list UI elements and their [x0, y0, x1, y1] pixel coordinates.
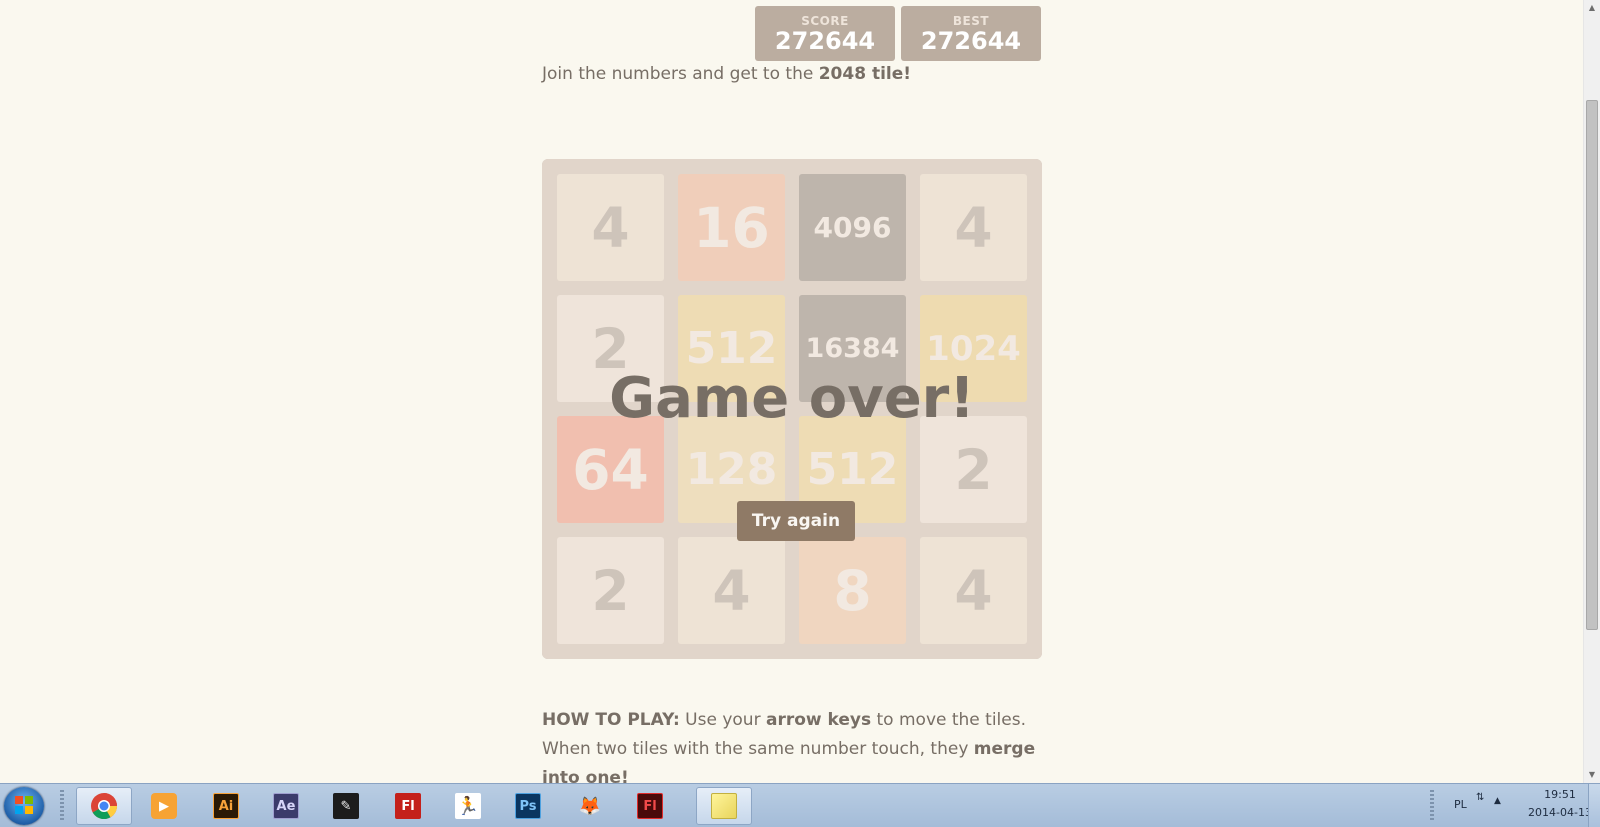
- vertical-scrollbar[interactable]: ▲ ▼: [1583, 0, 1600, 783]
- scroll-down-arrow-icon[interactable]: ▼: [1584, 767, 1600, 783]
- intro-goal: 2048 tile!: [818, 64, 912, 84]
- taskbar-flash-button[interactable]: Fl: [380, 787, 436, 825]
- game-over-overlay: Game over! Try again: [542, 159, 1042, 659]
- taskbar: ▶ Ai Ae ✎ Fl 🏃 Ps 🦊 Fl PL ⇅ ▲ 19:51 2014…: [0, 783, 1600, 827]
- taskbar-media-player-button[interactable]: ▶: [136, 787, 192, 825]
- taskbar-animation-app-button[interactable]: 🏃: [440, 787, 496, 825]
- start-button[interactable]: [4, 787, 44, 825]
- best-score-box: BEST 272644: [901, 6, 1041, 61]
- taskbar-photoshop-button[interactable]: Ps: [500, 787, 556, 825]
- taskbar-illustrator-button[interactable]: Ai: [198, 787, 254, 825]
- show-desktop-button[interactable]: [1588, 784, 1600, 827]
- taskbar-pen-app-button[interactable]: ✎: [318, 787, 374, 825]
- taskbar-grip[interactable]: [60, 790, 64, 822]
- best-label: BEST: [952, 14, 990, 28]
- show-hidden-icons-icon[interactable]: ▲: [1494, 796, 1501, 806]
- scroll-up-arrow-icon[interactable]: ▲: [1584, 0, 1600, 16]
- how-to-play-text: HOW TO PLAY: Use your arrow keys to move…: [542, 706, 1042, 793]
- running-figure-app-icon: 🏃: [455, 793, 481, 819]
- flash-icon: Fl: [395, 793, 421, 819]
- try-again-button[interactable]: Try again: [737, 501, 855, 541]
- photoshop-icon: Ps: [515, 793, 541, 819]
- illustrator-icon: Ai: [213, 793, 239, 819]
- taskbar-sticky-notes-button[interactable]: [696, 787, 752, 825]
- score-value: 272644: [774, 27, 876, 55]
- game-board[interactable]: 4 16 4096 4 2 512 16384 1024 64 128 512 …: [542, 159, 1042, 659]
- scroll-thumb[interactable]: [1586, 100, 1598, 630]
- system-tray: PL ⇅ ▲ 19:51 2014-04-13: [1420, 784, 1600, 827]
- tray-grip[interactable]: [1430, 790, 1434, 822]
- windows-logo-icon: [15, 796, 33, 814]
- taskbar-flash-professional-button[interactable]: Fl: [622, 787, 678, 825]
- after-effects-icon: Ae: [273, 793, 299, 819]
- taskbar-after-effects-button[interactable]: Ae: [258, 787, 314, 825]
- language-indicator[interactable]: PL: [1454, 798, 1467, 811]
- score-box: SCORE 272644: [755, 6, 895, 61]
- game-intro: Join the numbers and get to the 2048 til…: [542, 62, 911, 86]
- network-icon[interactable]: ⇅: [1476, 792, 1484, 803]
- how-to-play-part: Use your: [679, 710, 766, 730]
- chrome-icon: [91, 793, 118, 820]
- taskbar-gimp-button[interactable]: 🦊: [562, 787, 618, 825]
- how-to-play-label: HOW TO PLAY:: [542, 710, 680, 730]
- best-value: 272644: [920, 27, 1022, 55]
- game-over-message: Game over!: [609, 366, 975, 431]
- pen-tool-app-icon: ✎: [333, 793, 359, 819]
- flash-professional-icon: Fl: [637, 793, 663, 819]
- arrow-keys-highlight: arrow keys: [765, 710, 872, 730]
- intro-text: Join the numbers and get to the: [542, 64, 819, 84]
- score-label: SCORE: [801, 14, 849, 28]
- gimp-icon: 🦊: [578, 795, 602, 817]
- media-player-icon: ▶: [151, 793, 177, 819]
- taskbar-chrome-button[interactable]: [76, 787, 132, 825]
- sticky-notes-icon: [711, 793, 737, 819]
